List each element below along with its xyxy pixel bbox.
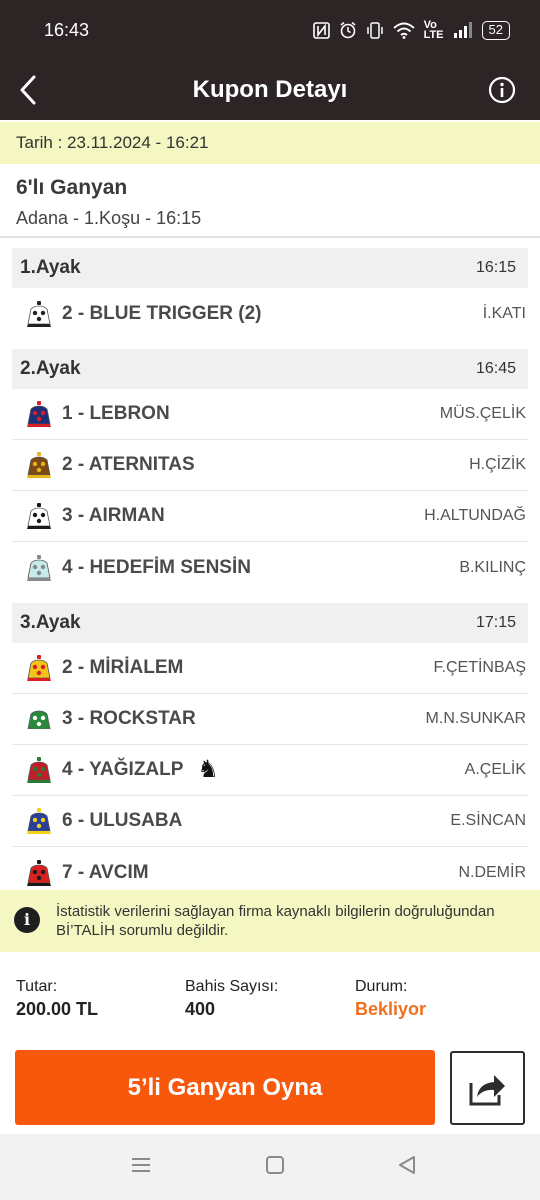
jockey-name: M.N.SUNKAR xyxy=(425,710,526,727)
jockey-silk-icon xyxy=(27,452,51,478)
recents-icon[interactable] xyxy=(130,1154,152,1176)
amount-label: Tutar: xyxy=(16,978,58,995)
jockey-silk-icon xyxy=(27,655,51,681)
horse-row[interactable]: 2 - BLUE TRIGGER (2) İ.KATI xyxy=(12,288,528,339)
disclaimer-notice: i İstatistik verilerini sağlayan firma k… xyxy=(0,890,540,952)
jockey-silk-icon xyxy=(27,300,51,327)
leg-name: 1.Ayak xyxy=(20,257,81,278)
leg-name: 2.Ayak xyxy=(20,358,81,379)
coupon-date: Tarih : 23.11.2024 - 16:21 xyxy=(0,122,540,164)
jockey-name: B.KILINÇ xyxy=(459,558,526,576)
chess-knight-icon: ♞ xyxy=(197,756,219,783)
horse-row[interactable]: 6 - ULUSABA E.SİNCAN xyxy=(12,796,528,847)
jockey-silk-icon xyxy=(27,808,51,834)
status-value: Bekliyor xyxy=(355,999,427,1019)
horse-row[interactable]: 3 - ROCKSTAR M.N.SUNKAR xyxy=(12,694,528,745)
info-circle-icon: i xyxy=(14,907,40,933)
wifi-icon xyxy=(392,22,415,39)
horse-name[interactable]: 7 - AVCIM xyxy=(62,862,149,884)
jockey-silk-icon xyxy=(27,859,51,886)
coupon-info: 6'lı Ganyan Adana - 1.Koşu - 16:15 xyxy=(16,168,201,229)
status-bar: 16:43 Vo LTE 52 xyxy=(0,0,540,60)
divider xyxy=(0,236,540,238)
share-button[interactable] xyxy=(450,1051,525,1125)
amount-column: Tutar: 200.00 TL xyxy=(16,978,98,1020)
bets-value: 400 xyxy=(185,999,216,1019)
status-label: Durum: xyxy=(355,978,408,995)
back-icon[interactable] xyxy=(396,1154,418,1176)
bets-label: Bahis Sayısı: xyxy=(185,978,279,995)
horse-name[interactable]: 4 - YAĞIZALP xyxy=(62,759,183,781)
signal-icon xyxy=(453,22,472,38)
horse-row[interactable]: 4 - HEDEFİM SENSİN B.KILINÇ xyxy=(12,542,528,593)
share-icon xyxy=(469,1075,505,1106)
volte-bottom-text: LTE xyxy=(423,29,444,41)
nfc-icon xyxy=(312,21,330,39)
horse-name[interactable]: 2 - BLUE TRIGGER (2) xyxy=(62,303,262,325)
amount-value: 200.00 TL xyxy=(16,999,99,1019)
horse-row[interactable]: 4 - YAĞIZALP ♞ A.ÇELİK xyxy=(12,745,528,796)
info-icon[interactable] xyxy=(488,76,516,104)
horse-row[interactable]: 2 - MİRİALEM F.ÇETİNBAŞ xyxy=(12,643,528,694)
leg-section: 1.Ayak 16:15 2 - BLUE TRIGGER (2) İ.KATI xyxy=(12,248,528,339)
jockey-silk-icon xyxy=(27,554,51,581)
jockey-name: E.SİNCAN xyxy=(450,812,526,829)
battery-icon: 52 xyxy=(481,20,510,40)
horse-name[interactable]: 2 - ATERNITAS xyxy=(62,454,195,476)
home-icon[interactable] xyxy=(264,1154,286,1176)
alarm-icon xyxy=(340,21,356,39)
status-time: 16:43 xyxy=(44,20,90,40)
jockey-silk-icon xyxy=(27,401,51,427)
play-ganyan-button[interactable]: 5’li Ganyan Oyna xyxy=(15,1050,435,1125)
leg-section: 3.Ayak 17:15 2 - MİRİALEM F.ÇETİNBAŞ 3 - ROC… xyxy=(12,603,528,890)
jockey-name: A.ÇELİK xyxy=(464,761,526,778)
leg-header: 3.Ayak 17:15 xyxy=(12,603,528,643)
horse-name[interactable]: 3 - AIRMAN xyxy=(62,505,165,527)
horse-row[interactable]: 1 - LEBRON MÜS.ÇELİK xyxy=(12,389,528,440)
jockey-name: N.DEMİR xyxy=(458,863,526,881)
leg-name: 3.Ayak xyxy=(20,612,81,633)
coupon-race: Adana - 1.Koşu - 16:15 xyxy=(16,208,202,228)
leg-header: 1.Ayak 16:15 xyxy=(12,248,528,288)
leg-header: 2.Ayak 16:45 xyxy=(12,349,528,389)
coupon-type: 6'lı Ganyan xyxy=(16,176,128,199)
page-title: Kupon Detayı xyxy=(192,76,348,103)
status-column: Durum: Bekliyor xyxy=(355,978,426,1020)
leg-time: 16:15 xyxy=(475,259,516,276)
horse-row[interactable]: 2 - ATERNITAS H.ÇİZİK xyxy=(12,440,528,491)
jockey-name: F.ÇETİNBAŞ xyxy=(433,659,526,676)
horse-name[interactable]: 1 - LEBRON xyxy=(62,403,170,425)
horse-row[interactable]: 7 - AVCIM N.DEMİR xyxy=(12,847,528,890)
leg-time: 17:15 xyxy=(475,614,516,631)
jockey-name: MÜS.ÇELİK xyxy=(439,405,526,422)
leg-time: 16:45 xyxy=(475,360,516,377)
horse-name[interactable]: 3 - ROCKSTAR xyxy=(62,708,196,730)
jockey-silk-icon xyxy=(27,503,51,529)
leg-section: 2.Ayak 16:45 1 - LEBRON MÜS.ÇELİK 2 - ATERNI… xyxy=(12,349,528,593)
notice-text: İstatistik verilerini sağlayan firma kay… xyxy=(56,903,495,939)
bets-column: Bahis Sayısı: 400 xyxy=(185,978,278,1020)
horse-name[interactable]: 4 - HEDEFİM SENSİN xyxy=(62,557,251,579)
jockey-silk-icon xyxy=(27,706,51,732)
app-header: Kupon Detayı xyxy=(0,60,540,120)
jockey-name: İ.KATI xyxy=(482,304,526,322)
volte-icon: Vo LTE xyxy=(423,20,444,41)
coupon-summary: Tutar: 200.00 TL Bahis Sayısı: 400 Durum… xyxy=(16,978,524,1028)
jockey-name: H.ALTUNDAĞ xyxy=(424,507,526,524)
system-nav-bar xyxy=(0,1134,540,1200)
horse-name[interactable]: 2 - MİRİALEM xyxy=(62,657,183,679)
horse-row[interactable]: 3 - AIRMAN H.ALTUNDAĞ xyxy=(12,491,528,542)
jockey-silk-icon xyxy=(27,757,51,783)
status-icons: Vo LTE 52 xyxy=(312,20,510,41)
legs-list[interactable]: 1.Ayak 16:15 2 - BLUE TRIGGER (2) İ.KATI 2.A… xyxy=(12,248,528,890)
vibrate-icon xyxy=(366,21,383,39)
jockey-name: H.ÇİZİK xyxy=(469,456,526,473)
horse-name[interactable]: 6 - ULUSABA xyxy=(62,810,182,832)
